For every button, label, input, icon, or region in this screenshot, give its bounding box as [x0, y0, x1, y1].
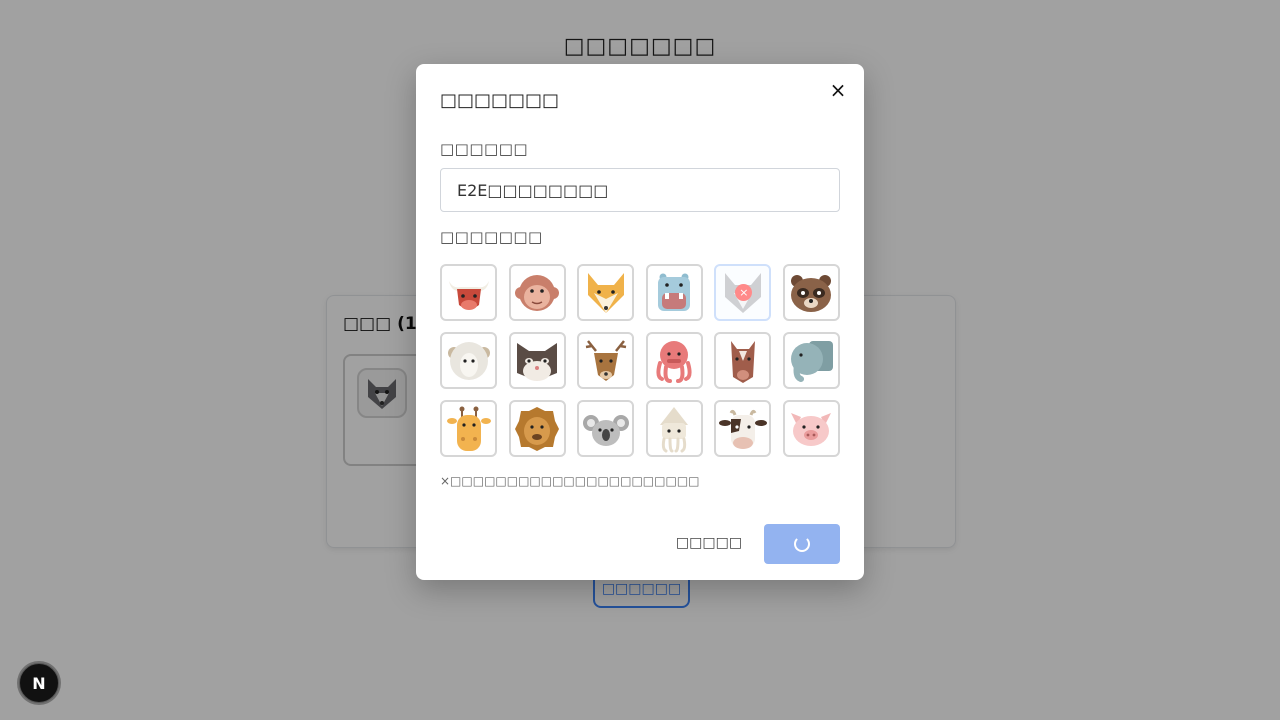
hippo-icon [658, 273, 691, 311]
avatar-option-hippo[interactable] [645, 264, 703, 321]
loading-spinner-icon [794, 536, 810, 552]
pig-icon [791, 412, 832, 446]
avatar-grid: × [440, 264, 840, 457]
name-field-label: □□□□□□ [440, 140, 529, 158]
name-input[interactable] [440, 168, 840, 212]
tanuki-icon [791, 274, 832, 312]
fox-icon [587, 272, 624, 313]
avatar-option-giraffe[interactable] [440, 400, 497, 457]
avatar-option-deer[interactable] [577, 332, 635, 389]
squid-icon [660, 406, 689, 452]
bull-icon [448, 280, 489, 310]
avatar-option-horse[interactable] [714, 332, 772, 389]
submit-button[interactable] [764, 524, 840, 564]
giraffe-icon [446, 406, 491, 451]
koala-icon [582, 414, 629, 446]
sheep-icon [447, 341, 490, 380]
avatar-option-cow[interactable] [714, 400, 772, 457]
avatar-option-tanuki[interactable] [782, 264, 840, 321]
avatar-field-label: □□□□□□□ [440, 228, 543, 246]
avatar-option-cat[interactable] [508, 332, 566, 389]
octopus-icon [656, 340, 692, 383]
lion-icon [515, 406, 560, 451]
avatar-option-pig[interactable] [782, 400, 840, 457]
monkey-icon [515, 274, 560, 311]
avatar-option-octopus[interactable] [645, 332, 703, 389]
avatar-option-elephant[interactable] [782, 332, 840, 389]
avatar-option-sheep[interactable] [440, 332, 497, 389]
cow-icon [718, 409, 767, 449]
avatar-option-koala[interactable] [577, 400, 635, 457]
horse-icon [730, 340, 755, 383]
avatar-note: ×□□□□□□□□□□□□□□□□□□□□□□ [440, 474, 700, 488]
avatar-option-bull[interactable] [440, 264, 497, 321]
add-player-modal: □□□□□□□ × □□□□□□ □□□□□□□ [416, 64, 864, 580]
modal-title: □□□□□□□ [440, 90, 560, 111]
avatar-option-monkey[interactable] [508, 264, 566, 321]
nextjs-dev-badge[interactable]: N [19, 663, 59, 703]
avatar-option-wolf[interactable]: × [714, 264, 772, 321]
elephant-icon [791, 340, 834, 382]
cat-icon [517, 342, 558, 381]
close-icon[interactable]: × [828, 80, 848, 100]
avatar-option-fox[interactable] [577, 264, 635, 321]
avatar-option-squid[interactable] [645, 400, 703, 457]
avatar-option-lion[interactable] [508, 400, 566, 457]
cancel-button[interactable]: □□□□□ [674, 530, 744, 556]
deer-icon [585, 339, 626, 381]
